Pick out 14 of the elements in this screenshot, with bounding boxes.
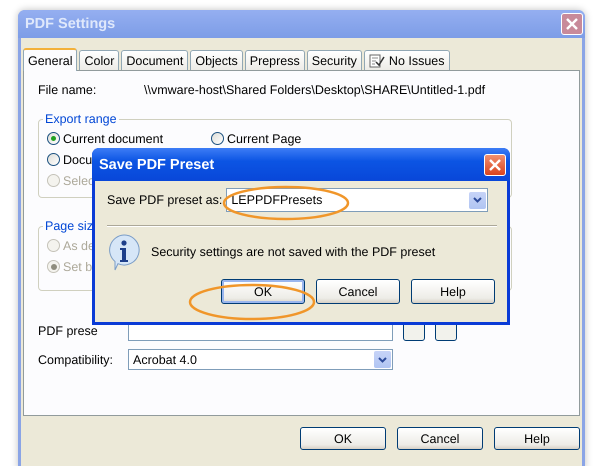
field-label: File name: bbox=[38, 83, 98, 97]
group-title: Page siz bbox=[44, 219, 94, 233]
group-title: Export range bbox=[44, 112, 118, 126]
option-label: Current document bbox=[63, 132, 164, 146]
field-label: Compatibility: bbox=[38, 352, 114, 366]
field-label: PDF prese bbox=[38, 324, 99, 338]
file-path: \\vmware-host\Shared Folders\Desktop\SHARE\Untitled-1.pdf bbox=[144, 83, 486, 97]
option-label: Current Page bbox=[227, 132, 302, 146]
window-title: Save PDF Preset bbox=[99, 156, 214, 172]
message-text: Security settings are not saved with the PDF preset bbox=[151, 245, 436, 259]
window-title: PDF Settings bbox=[25, 16, 116, 32]
field-label: Save PDF preset as: bbox=[107, 193, 222, 207]
option-label: Docu bbox=[63, 152, 92, 166]
option-label: Set b bbox=[63, 260, 92, 274]
